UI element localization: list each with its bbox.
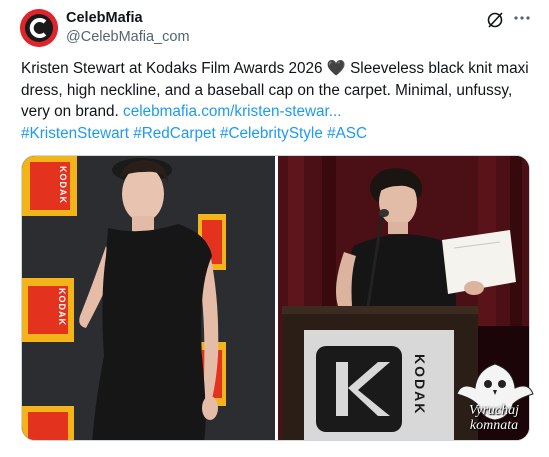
tweet-card: CelebMafia @CelebMafia_com Kristen Stewa… [0, 0, 549, 457]
watermark-text: Vyruchaj komnata [444, 403, 544, 433]
kristen-stewart-red-carpet-photo[interactable]: KODAK KODAK [22, 156, 275, 440]
tweet-text-line1: Kristen Stewart at Kodaks Film Awards 20… [21, 60, 323, 77]
watermark-line1: Vyruchaj [468, 403, 520, 418]
heart-emoji: 🖤 [326, 60, 346, 77]
watermark-line2: komnata [469, 418, 519, 433]
hashtags[interactable]: #KristenStewart #RedCarpet #CelebritySty… [21, 125, 367, 142]
article-link[interactable]: celebmafia.com/kristen-stewar... [123, 103, 341, 120]
more-dots-icon[interactable] [512, 8, 532, 28]
grok-icon[interactable] [486, 11, 504, 29]
media-grid[interactable]: KODAK KODAK KODAK [21, 155, 530, 441]
person-figure [79, 158, 219, 440]
author-name[interactable]: CelebMafia [66, 10, 143, 26]
author-handle[interactable]: @CelebMafia_com [66, 29, 190, 45]
tweet-text: Kristen Stewart at Kodaks Film Awards 20… [21, 58, 531, 144]
avatar[interactable] [20, 9, 58, 47]
podium-logo-text: KODAK [412, 354, 428, 416]
